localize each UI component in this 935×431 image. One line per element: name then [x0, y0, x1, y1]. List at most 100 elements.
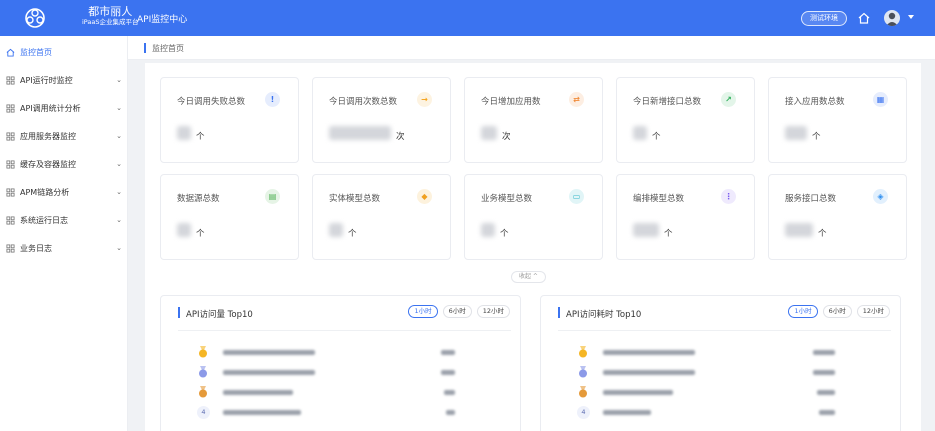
stat-card[interactable]: 编排模型总数 ⋮ 个 — [616, 174, 755, 260]
avatar-icon — [886, 12, 898, 26]
grid-icon — [6, 75, 15, 85]
tag-icon: ◈ — [873, 189, 888, 204]
grid-icon — [6, 187, 15, 197]
time-range-button[interactable]: 1小时 — [408, 305, 438, 318]
stat-card-unit: 个 — [812, 132, 821, 142]
brand-subtitle: iPaaS企业集成平台 — [82, 18, 139, 26]
sidebar-item[interactable]: API运行时监控 ⌄ — [0, 70, 128, 90]
top-header: 都市丽人 iPaaS企业集成平台 API监控中心 测试环境 — [0, 0, 935, 36]
time-range-button[interactable]: 1小时 — [788, 305, 818, 318]
api-name-redacted — [223, 350, 315, 355]
sidebar-item[interactable]: API调用统计分析 ⌄ — [0, 98, 128, 118]
user-avatar[interactable] — [884, 10, 900, 26]
stat-card[interactable]: 今日增加应用数 ⇄ 次 — [464, 77, 603, 163]
rank-row[interactable] — [197, 346, 497, 358]
stat-card[interactable]: 服务接口总数 ◈ 个 — [768, 174, 907, 260]
sidebar-item-label: 业务日志 — [20, 243, 52, 253]
time-range-button[interactable]: 6小时 — [822, 305, 852, 318]
stat-card-unit: 个 — [196, 132, 205, 142]
stat-card[interactable]: 数据源总数 ▤ 个 — [160, 174, 299, 260]
grid-icon — [6, 159, 15, 169]
home-icon — [6, 48, 15, 57]
medal-icon — [197, 346, 209, 358]
rank-row[interactable] — [577, 366, 877, 378]
breadcrumb: 监控首页 — [128, 36, 935, 60]
stat-card-title: 今日调用次数总数 — [329, 97, 398, 107]
brand-logo[interactable]: 都市丽人 iPaaS企业集成平台 — [82, 6, 139, 26]
rank-row[interactable]: 4 — [577, 406, 877, 419]
rank-row[interactable] — [577, 346, 877, 358]
sidebar-item[interactable]: 缓存及容器监控 ⌄ — [0, 154, 128, 174]
apps-icon: ▦ — [873, 92, 888, 107]
api-name-redacted — [223, 370, 315, 375]
time-range-button[interactable]: 12小时 — [856, 305, 890, 318]
rank-row[interactable]: 4 — [197, 406, 497, 419]
stat-card-title: 编排模型总数 — [633, 194, 685, 204]
chevron-down-icon: ⌄ — [116, 76, 122, 84]
time-range-group: 1小时 6小时 12小时 — [788, 305, 890, 318]
time-range-button[interactable]: 6小时 — [442, 305, 472, 318]
rank-row[interactable] — [197, 366, 497, 378]
user-menu-caret-icon[interactable] — [908, 15, 914, 19]
panel-divider — [178, 330, 511, 331]
stat-card-value-redacted — [177, 126, 191, 140]
stat-card[interactable]: 接入应用数总数 ▦ 个 — [768, 77, 907, 163]
api-metric-redacted — [817, 390, 835, 395]
rank-row[interactable] — [197, 386, 497, 398]
medal-icon — [577, 366, 589, 378]
rank-row[interactable] — [577, 386, 877, 398]
sidebar-item-label: 应用服务器监控 — [20, 131, 76, 141]
stat-card[interactable]: 今日调用失败总数! 个 — [160, 77, 299, 163]
medal-icon — [197, 386, 209, 398]
stat-card[interactable]: 今日调用次数总数 → 次 — [312, 77, 451, 163]
environment-badge[interactable]: 测试环境 — [801, 11, 847, 26]
stat-card-title: 服务接口总数 — [785, 194, 837, 204]
api-metric-redacted — [441, 370, 455, 375]
stat-card-value-redacted — [329, 126, 391, 140]
app-title: API监控中心 — [137, 15, 188, 25]
sidebar-item[interactable]: 应用服务器监控 ⌄ — [0, 126, 128, 146]
medal-icon — [577, 346, 589, 358]
breadcrumb-current[interactable]: 监控首页 — [152, 43, 184, 54]
api-name-redacted — [223, 390, 293, 395]
brand-name: 都市丽人 — [88, 5, 133, 18]
expand-icon: ↗ — [721, 92, 736, 107]
stat-card-value-redacted — [633, 223, 659, 237]
stat-card-unit: 个 — [652, 132, 661, 142]
sidebar-item[interactable]: 系统运行日志 ⌄ — [0, 210, 128, 230]
time-range-group: 1小时 6小时 12小时 — [408, 305, 510, 318]
grid-icon — [6, 243, 15, 253]
stat-card-unit: 个 — [664, 229, 673, 239]
sidebar-item[interactable]: 业务日志 ⌄ — [0, 238, 128, 258]
stat-card-title: 今日增加应用数 — [481, 97, 541, 107]
stat-card[interactable]: 实体模型总数 ◆ 个 — [312, 174, 451, 260]
api-latency-top10-panel: API访问耗时 Top10 1小时 6小时 12小时 4 — [540, 295, 901, 431]
time-range-button[interactable]: 12小时 — [476, 305, 510, 318]
arrow-right-icon: → — [417, 92, 432, 107]
stat-card-value-redacted — [481, 126, 497, 140]
api-metric-redacted — [819, 410, 835, 415]
sidebar-item-label: 系统运行日志 — [20, 215, 68, 225]
stat-card-value-redacted — [481, 223, 495, 237]
api-traffic-top10-panel: API访问量 Top10 1小时 6小时 12小时 4 — [160, 295, 521, 431]
chevron-down-icon: ⌄ — [116, 132, 122, 140]
dashboard-content: 收起 ^ 今日调用失败总数! 个 今日调用次数总数 → 次 今日增加应用数 ⇄ 次 今日新增接口… — [145, 63, 921, 431]
grid-icon — [6, 215, 15, 225]
stat-card-title: 业务模型总数 — [481, 194, 533, 204]
sidebar-item[interactable]: APM链路分析 ⌄ — [0, 182, 128, 202]
stat-card-unit: 次 — [396, 132, 405, 142]
stat-card-value-redacted — [785, 126, 807, 140]
api-metric-redacted — [813, 370, 835, 375]
stat-card[interactable]: 业务模型总数 ▭ 个 — [464, 174, 603, 260]
sidebar-item[interactable]: 监控首页 — [0, 42, 128, 62]
chevron-down-icon: ⌄ — [116, 160, 122, 168]
chevron-down-icon: ⌄ — [116, 244, 122, 252]
sidebar-item-label: 监控首页 — [20, 47, 52, 57]
api-metric-redacted — [441, 350, 455, 355]
sidebar-item-label: APM链路分析 — [20, 187, 70, 197]
home-icon[interactable] — [857, 11, 871, 25]
collapse-button[interactable]: 收起 ^ — [511, 271, 546, 283]
stat-card-unit: 个 — [196, 229, 205, 239]
stat-card[interactable]: 今日新增接口总数 ↗ 个 — [616, 77, 755, 163]
box-icon: ◆ — [417, 189, 432, 204]
